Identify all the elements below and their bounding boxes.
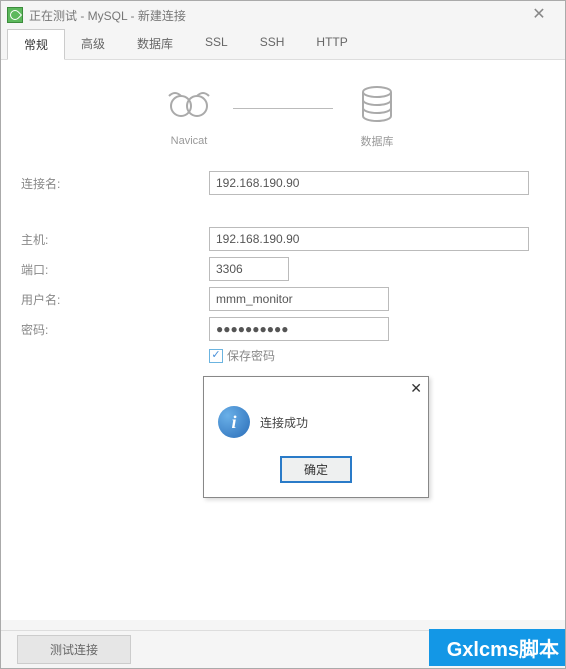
label-password: 密码: — [19, 321, 209, 338]
dialog-window: 正在测试 - MySQL - 新建连接 ✕ 常规 高级 数据库 SSL SSH … — [0, 0, 566, 669]
tab-general[interactable]: 常规 — [7, 29, 65, 60]
label-user: 用户名: — [19, 291, 209, 308]
label-port: 端口: — [19, 261, 209, 278]
watermark: Gxlcms脚本 — [429, 629, 565, 666]
app-icon — [7, 7, 23, 23]
user-field[interactable] — [209, 287, 389, 311]
tab-database[interactable]: 数据库 — [121, 29, 189, 59]
form-body: Navicat 数据库 连接名: 主机: 端口: — [1, 60, 565, 620]
host-field[interactable] — [209, 227, 529, 251]
dialog-message: 连接成功 — [260, 414, 308, 431]
tab-ssl[interactable]: SSL — [189, 29, 244, 59]
tab-advanced[interactable]: 高级 — [65, 29, 121, 59]
connection-diagram: Navicat 数据库 — [19, 84, 547, 149]
diagram-left-label: Navicat — [165, 135, 213, 147]
database-icon — [353, 84, 401, 124]
message-dialog: ✕ i 连接成功 确定 — [203, 376, 429, 498]
ok-button[interactable]: 确定 — [280, 456, 352, 483]
titlebar: 正在测试 - MySQL - 新建连接 ✕ — [1, 1, 565, 29]
conn-name-field[interactable] — [209, 171, 529, 195]
diagram-right-label: 数据库 — [353, 133, 401, 149]
tab-http[interactable]: HTTP — [300, 29, 363, 59]
close-icon[interactable]: ✕ — [519, 1, 559, 29]
window-title: 正在测试 - MySQL - 新建连接 — [29, 7, 186, 24]
save-password-checkbox[interactable]: ✓ — [209, 349, 223, 363]
password-field[interactable] — [209, 317, 389, 341]
info-icon: i — [218, 406, 250, 438]
port-field[interactable] — [209, 257, 289, 281]
label-host: 主机: — [19, 231, 209, 248]
dialog-close-icon[interactable]: ✕ — [410, 380, 422, 396]
tab-ssh[interactable]: SSH — [244, 29, 301, 59]
save-password-label: 保存密码 — [227, 347, 275, 364]
diagram-line — [233, 108, 333, 109]
label-conn-name: 连接名: — [19, 175, 209, 192]
navicat-icon — [165, 86, 213, 126]
tabstrip: 常规 高级 数据库 SSL SSH HTTP — [1, 29, 565, 60]
test-connection-button[interactable]: 测试连接 — [17, 635, 131, 664]
